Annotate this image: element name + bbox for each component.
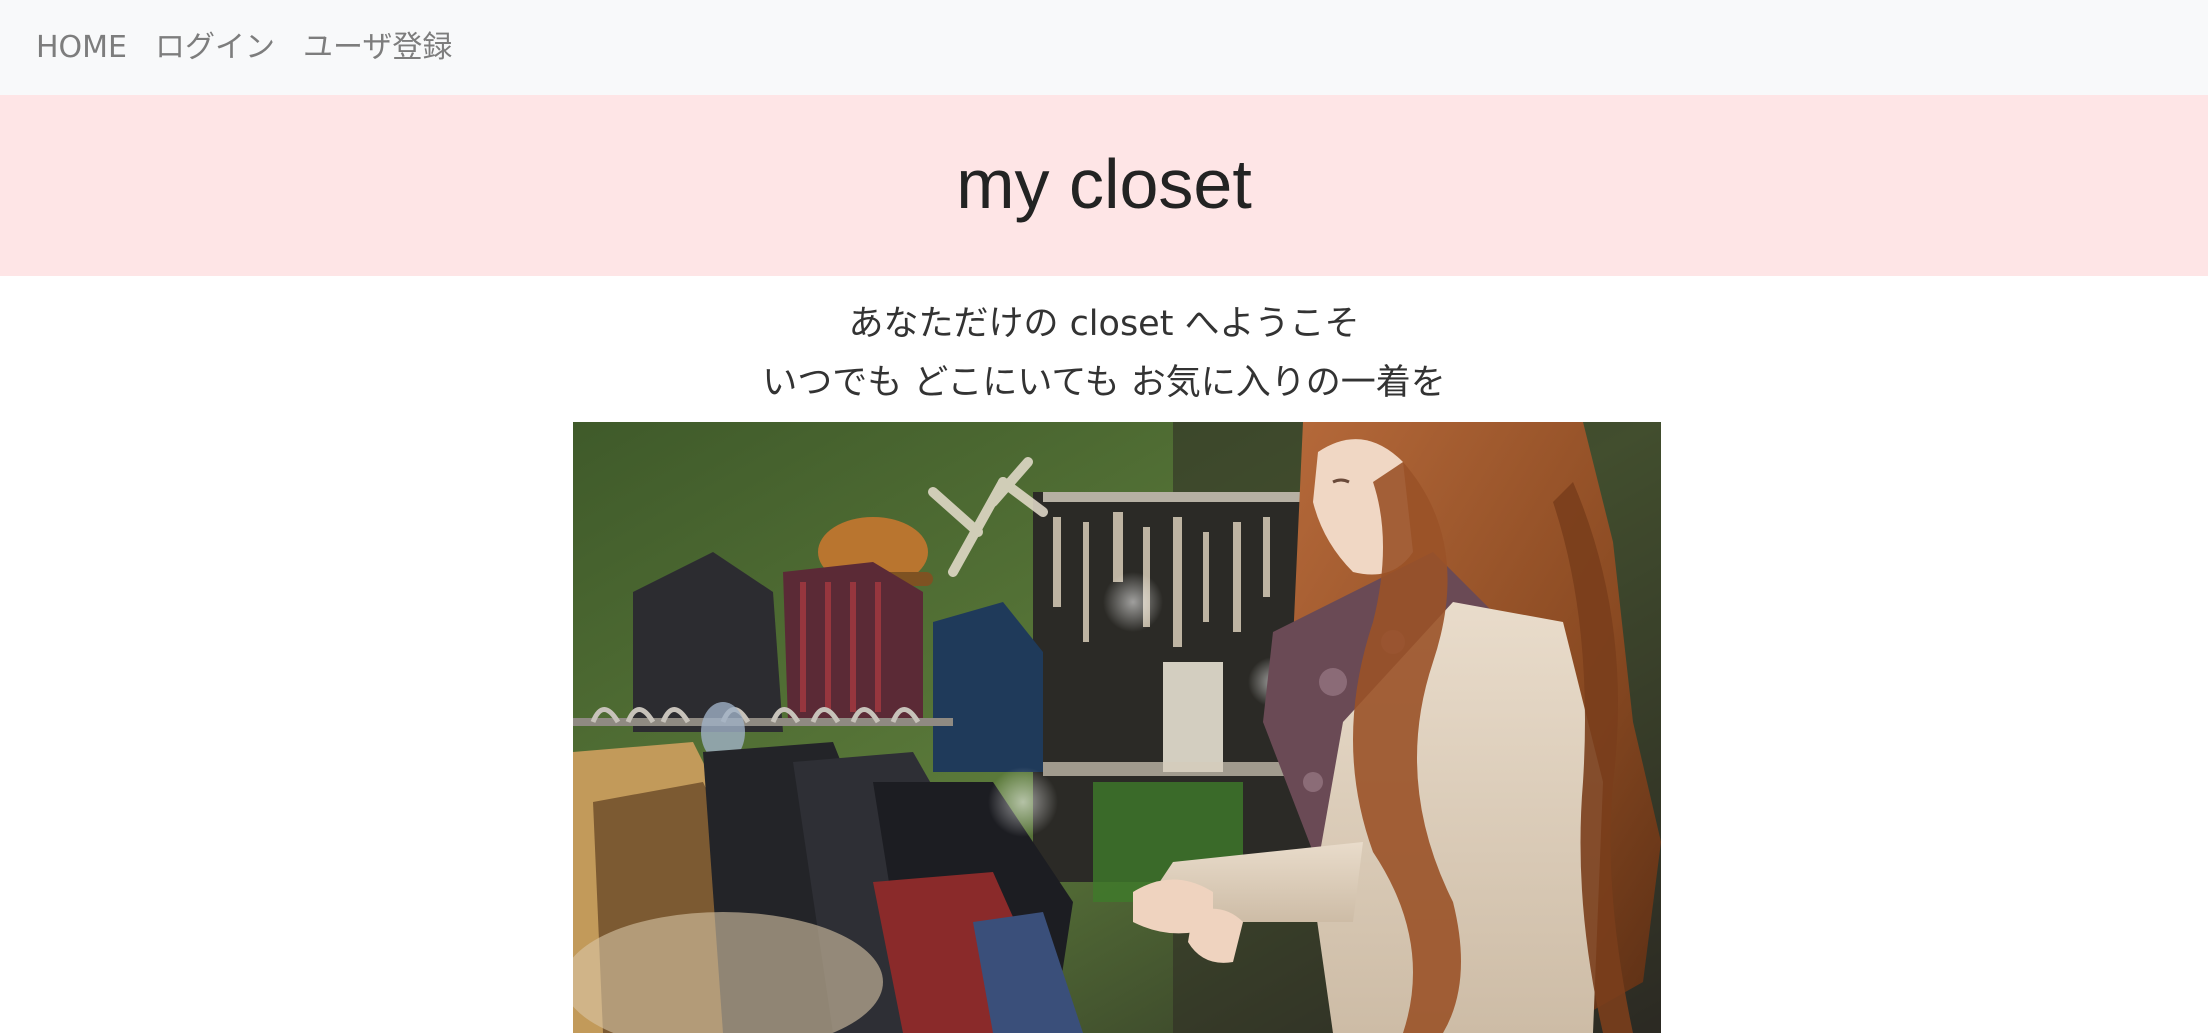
navbar: HOME ログイン ユーザ登録 (0, 0, 2208, 95)
welcome-text: あなただけの closet へようこそ (848, 304, 1360, 344)
nav-link-home[interactable]: HOME (36, 32, 127, 63)
hero-banner: my closet (0, 95, 2208, 276)
nav-link-register[interactable]: ユーザ登録 (303, 32, 452, 63)
page-title: my closet (956, 144, 1252, 223)
nav-link-login[interactable]: ログイン (155, 32, 275, 63)
tagline-text: いつでも どこにいても お気に入りの一着を (762, 363, 1446, 403)
hero-photo (573, 422, 1661, 1033)
shop-photo-illustration (573, 422, 1661, 1033)
